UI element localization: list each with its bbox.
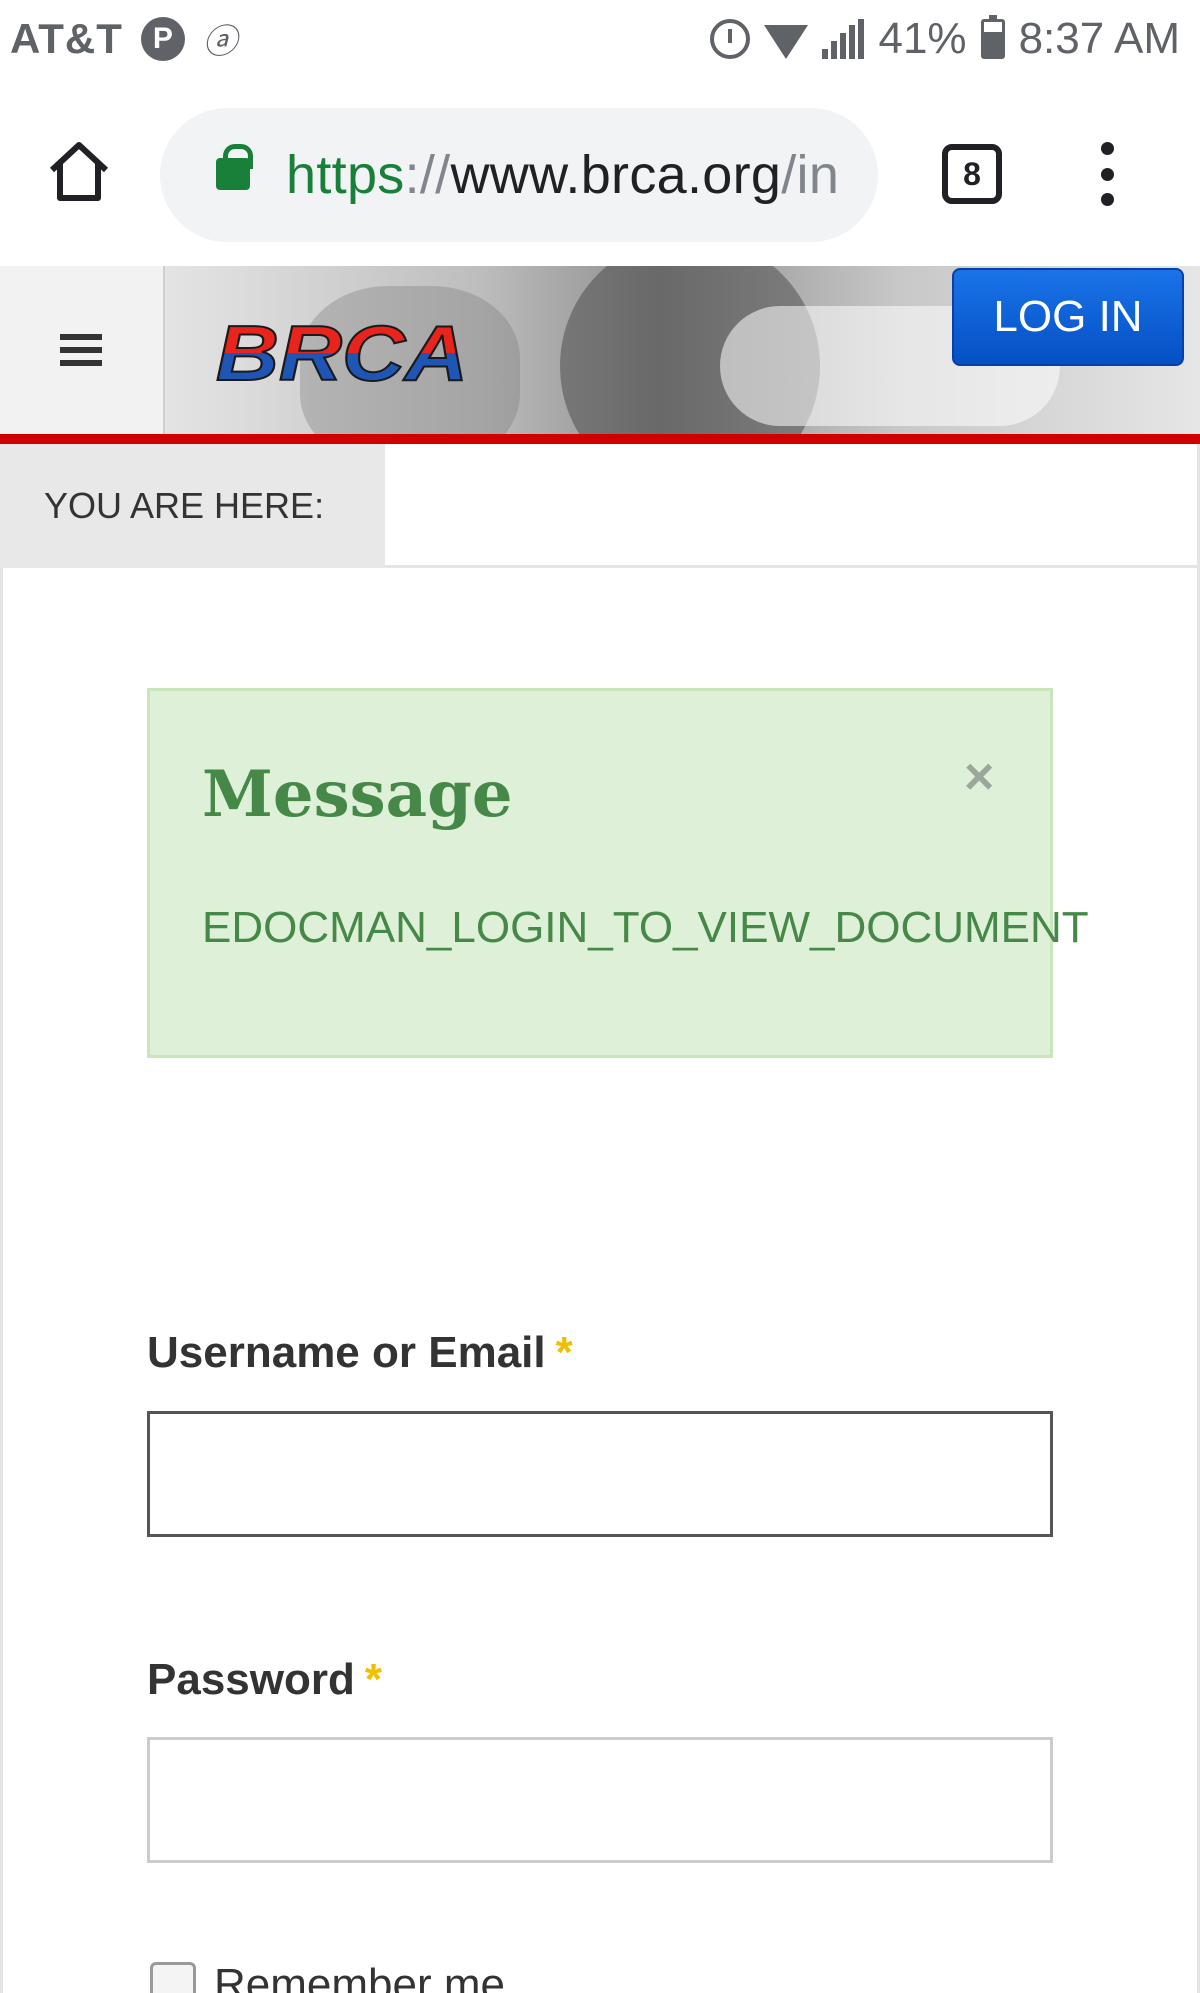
browser-menu-button[interactable] [1092,142,1122,206]
status-left: AT&T P ⓐ [10,14,237,63]
close-icon[interactable]: × [964,751,994,803]
address-bar[interactable]: https://www.brca.org/in [160,108,878,242]
username-input[interactable] [147,1411,1053,1537]
status-bar: AT&T P ⓐ 41% 8:37 AM [0,0,1200,84]
status-right: 41% 8:37 AM [710,14,1180,64]
url-text[interactable]: https://www.brca.org/in [286,144,839,206]
tab-switcher-button[interactable]: 8 [942,144,1002,204]
lock-icon [216,144,253,190]
alarm-icon [710,19,751,59]
carrier-name: AT&T [10,14,123,62]
home-icon [49,142,109,201]
browser-toolbar: https://www.brca.org/in 8 [0,84,1200,266]
parking-app-icon: P [140,16,185,61]
remember-me-row[interactable]: Remember me [150,1960,505,1993]
battery-icon [980,15,1005,59]
url-path: /in [781,145,840,205]
login-button[interactable]: LOG IN [952,268,1184,366]
nav-toggle-area [0,266,165,434]
message-alert: Message × EDOCMAN_LOGIN_TO_VIEW_DOCUMENT [147,688,1089,1058]
remember-me-checkbox[interactable] [150,1962,196,1993]
svg-text:BRCA: BRCA [216,312,468,394]
alert-message: EDOCMAN_LOGIN_TO_VIEW_DOCUMENT [202,903,1089,952]
site-header: BRCA LOG IN [0,266,1200,434]
password-label: Password * [147,1655,382,1705]
clock-time: 8:37 AM [1018,14,1180,63]
signal-icon [822,19,865,59]
header-accent-bar [0,434,1200,444]
password-label-text: Password [147,1655,355,1704]
password-input[interactable] [147,1737,1053,1863]
more-vert-icon [1100,142,1114,155]
brca-logo[interactable]: BRCA [212,312,474,394]
url-host: www.brca.org [450,145,782,205]
username-label-text: Username or Email [147,1328,546,1377]
breadcrumb: YOU ARE HERE: [0,444,1200,568]
home-button[interactable] [46,138,112,204]
hamburger-menu-icon[interactable] [60,334,102,366]
breadcrumb-label: YOU ARE HERE: [0,444,385,568]
url-separator: :// [404,145,451,205]
username-label: Username or Email * [147,1328,573,1378]
battery-percent: 41% [878,14,967,63]
notification-icon: ⓐ [202,23,237,61]
required-marker: * [555,1328,573,1377]
alert-title: Message [202,757,513,832]
wifi-icon [764,25,809,59]
url-scheme: https [286,145,405,205]
required-marker: * [364,1655,382,1704]
remember-me-label: Remember me [214,1960,505,1993]
